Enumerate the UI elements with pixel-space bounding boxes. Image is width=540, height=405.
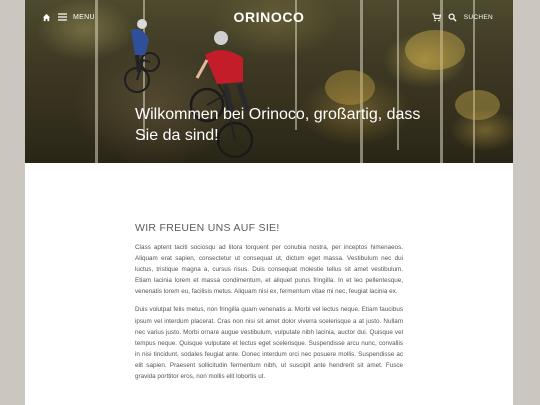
section-heading: WIR FREUEN UNS AUF SIE!	[135, 222, 280, 234]
hero-title: Wilkommen bei Orinoco, großartig, dass S…	[135, 106, 421, 144]
search-label[interactable]: SUCHEN	[464, 14, 493, 21]
welcome-section: WIR FREUEN UNS AUF SIE! Class aptent tac…	[135, 222, 403, 389]
nav-right: SUCHEN	[432, 12, 493, 22]
search-icon[interactable]	[448, 12, 458, 22]
body-paragraph: Duis volutpat felis metus, non fringilla…	[135, 306, 403, 381]
cart-icon[interactable]	[432, 12, 442, 22]
page-container: MENU ORINOCO SUCHEN Wilkommen bei Orinoc…	[25, 0, 513, 405]
hero-banner: MENU ORINOCO SUCHEN Wilkommen bei Orinoc…	[25, 0, 513, 163]
body-paragraph: Class aptent taciti sociosqu ad litora t…	[135, 244, 403, 296]
back-cyclist	[124, 19, 160, 93]
